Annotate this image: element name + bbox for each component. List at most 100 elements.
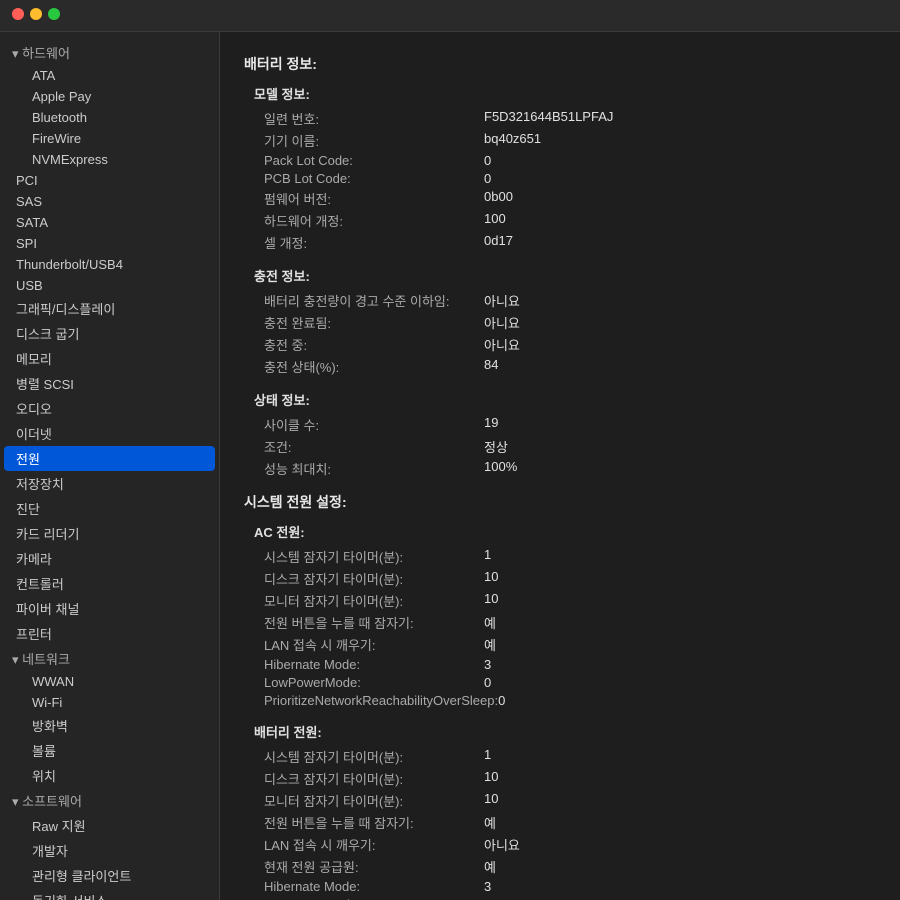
sidebar-item-diagnosis[interactable]: 진단 bbox=[0, 496, 219, 521]
info-value: 아니요 bbox=[484, 335, 520, 354]
info-value: 예 bbox=[484, 635, 496, 654]
info-value: 19 bbox=[484, 415, 498, 434]
info-label: LAN 접속 시 깨우기: bbox=[264, 835, 484, 854]
info-label: 전원 버튼을 누를 때 잠자기: bbox=[264, 613, 484, 632]
sidebar-item-applepay[interactable]: Apple Pay bbox=[0, 86, 219, 107]
info-row: Pack Lot Code:0 bbox=[264, 153, 876, 168]
info-label: 모니터 잠자기 타이머(분): bbox=[264, 791, 484, 810]
sidebar-item-wifi[interactable]: Wi-Fi bbox=[0, 692, 219, 713]
sidebar-item-sas[interactable]: SAS bbox=[0, 191, 219, 212]
sidebar-item-raw[interactable]: Raw 지원 bbox=[0, 813, 219, 838]
info-row: 충전 완료됨:아니요 bbox=[264, 313, 876, 332]
minimize-button[interactable] bbox=[30, 8, 42, 20]
sidebar-item-pci[interactable]: PCI bbox=[0, 170, 219, 191]
info-value: 아니요 bbox=[484, 291, 520, 310]
sidebar-item-developer[interactable]: 개발자 bbox=[0, 838, 219, 863]
info-value: 0 bbox=[484, 675, 491, 690]
info-row: 성능 최대치:100% bbox=[264, 459, 876, 478]
info-value: 10 bbox=[484, 791, 498, 810]
info-label: 조건: bbox=[264, 437, 484, 456]
info-label: 기기 이름: bbox=[264, 131, 484, 150]
info-label: 시스템 잠자기 타이머(분): bbox=[264, 747, 484, 766]
sidebar-item-nvmexpress[interactable]: NVMExpress bbox=[0, 149, 219, 170]
info-row: PrioritizeNetworkReachabilityOverSleep:0 bbox=[264, 693, 876, 708]
info-row: 전원 버튼을 누를 때 잠자기:예 bbox=[264, 613, 876, 632]
sidebar-item-spi[interactable]: SPI bbox=[0, 233, 219, 254]
sidebar-item-power[interactable]: 전원 bbox=[4, 446, 215, 471]
sidebar: ▾ 하드웨어ATAApple PayBluetoothFireWireNVMEx… bbox=[0, 32, 220, 900]
sidebar-item-ethernet[interactable]: 이더넷 bbox=[0, 421, 219, 446]
info-value: F5D321644B51LPFAJ bbox=[484, 109, 613, 128]
sidebar-item-controller[interactable]: 컨트롤러 bbox=[0, 571, 219, 596]
info-label: LowPowerMode: bbox=[264, 675, 484, 690]
info-label: 성능 최대치: bbox=[264, 459, 484, 478]
charge-info-subtitle: 충전 정보: bbox=[254, 266, 876, 285]
info-label: 디스크 잠자기 타이머(분): bbox=[264, 569, 484, 588]
sidebar-item-memory[interactable]: 메모리 bbox=[0, 346, 219, 371]
sidebar-item-bluetooth[interactable]: Bluetooth bbox=[0, 107, 219, 128]
sidebar-item-camera[interactable]: 카메라 bbox=[0, 546, 219, 571]
info-value: 10 bbox=[484, 591, 498, 610]
info-label: PrioritizeNetworkReachabilityOverSleep: bbox=[264, 693, 498, 708]
info-row: 셀 개정:0d17 bbox=[264, 233, 876, 252]
title-bar bbox=[0, 0, 900, 32]
info-value: 3 bbox=[484, 657, 491, 672]
sidebar-item-scsi[interactable]: 병렬 SCSI bbox=[0, 371, 219, 396]
info-label: 모니터 잠자기 타이머(분): bbox=[264, 591, 484, 610]
sidebar-item-fiberchannel[interactable]: 파이버 채널 bbox=[0, 596, 219, 621]
info-label: 일련 번호: bbox=[264, 109, 484, 128]
sidebar-item-disk[interactable]: 디스크 굽기 bbox=[0, 321, 219, 346]
window-controls[interactable] bbox=[12, 8, 60, 20]
sidebar-item-cardreader[interactable]: 카드 리더기 bbox=[0, 521, 219, 546]
sidebar-item-thunderbolt[interactable]: Thunderbolt/USB4 bbox=[0, 254, 219, 275]
info-row: 충전 상태(%):84 bbox=[264, 357, 876, 376]
info-row: 사이클 수:19 bbox=[264, 415, 876, 434]
info-label: 디스크 잠자기 타이머(분): bbox=[264, 769, 484, 788]
ac-power-group: AC 전원: 시스템 잠자기 타이머(분):1 디스크 잠자기 타이머(분):10모… bbox=[244, 522, 876, 708]
info-value: 예 bbox=[484, 813, 496, 832]
info-value: 예 bbox=[484, 857, 496, 876]
detail-panel: 배터리 정보: 모델 정보:일련 번호:F5D321644B51LPFAJ기기 이… bbox=[220, 32, 900, 900]
info-row: 전원 버튼을 누를 때 잠자기:예 bbox=[264, 813, 876, 832]
sidebar-item-firewall[interactable]: 방화벽 bbox=[0, 713, 219, 738]
info-row: 하드웨어 개정:100 bbox=[264, 211, 876, 230]
close-button[interactable] bbox=[12, 8, 24, 20]
info-label: 펌웨어 버전: bbox=[264, 189, 484, 208]
sidebar-item-hardware-header[interactable]: ▾ 하드웨어 bbox=[0, 40, 219, 65]
info-row: LowPowerMode:0 bbox=[264, 675, 876, 690]
info-row: 모니터 잠자기 타이머(분):10 bbox=[264, 591, 876, 610]
status-info-group: 상태 정보:사이클 수:19조건:정상성능 최대치:100% bbox=[244, 390, 876, 478]
sidebar-item-graphics[interactable]: 그래픽/디스플레이 bbox=[0, 296, 219, 321]
sidebar-item-storage[interactable]: 저장장치 bbox=[0, 471, 219, 496]
sidebar-item-location[interactable]: 위치 bbox=[0, 763, 219, 788]
info-row: LAN 접속 시 깨우기:예 bbox=[264, 635, 876, 654]
info-row: 펌웨어 버전:0b00 bbox=[264, 189, 876, 208]
power-settings-title: 시스템 전원 설정: bbox=[244, 492, 876, 512]
ac-power-subtitle: AC 전원: bbox=[254, 522, 876, 541]
sidebar-item-sata[interactable]: SATA bbox=[0, 212, 219, 233]
info-row: 디스크 잠자기 타이머(분):10 bbox=[264, 769, 876, 788]
info-row: 시스템 잠자기 타이머(분):1 bbox=[264, 547, 876, 566]
sidebar-item-volume[interactable]: 볼륨 bbox=[0, 738, 219, 763]
sidebar-item-software-header[interactable]: ▾ 소프트웨어 bbox=[0, 788, 219, 813]
battery-info-title: 배터리 정보: bbox=[244, 54, 876, 74]
sidebar-item-audio[interactable]: 오디오 bbox=[0, 396, 219, 421]
sidebar-item-firewire[interactable]: FireWire bbox=[0, 128, 219, 149]
info-value: 예 bbox=[484, 613, 496, 632]
sidebar-item-ata[interactable]: ATA bbox=[0, 65, 219, 86]
maximize-button[interactable] bbox=[48, 8, 60, 20]
info-label: 충전 완료됨: bbox=[264, 313, 484, 332]
sidebar-item-mgmtclient[interactable]: 관리형 클라이언트 bbox=[0, 863, 219, 888]
sidebar-item-syncservice[interactable]: 동기화 서비스 bbox=[0, 888, 219, 900]
sidebar-item-printer[interactable]: 프린터 bbox=[0, 621, 219, 646]
info-value: 정상 bbox=[484, 437, 508, 456]
sidebar-item-network-header[interactable]: ▾ 네트워크 bbox=[0, 646, 219, 671]
info-label: 전원 버튼을 누를 때 잠자기: bbox=[264, 813, 484, 832]
model-info-group: 모델 정보:일련 번호:F5D321644B51LPFAJ기기 이름:bq40z… bbox=[244, 84, 876, 252]
sidebar-item-wwan[interactable]: WWAN bbox=[0, 671, 219, 692]
info-row: 배터리 충전량이 경고 수준 이하임:아니요 bbox=[264, 291, 876, 310]
info-value: 아니요 bbox=[484, 313, 520, 332]
info-row: 모니터 잠자기 타이머(분):10 bbox=[264, 791, 876, 810]
sidebar-item-usb[interactable]: USB bbox=[0, 275, 219, 296]
info-value: 100% bbox=[484, 459, 517, 478]
